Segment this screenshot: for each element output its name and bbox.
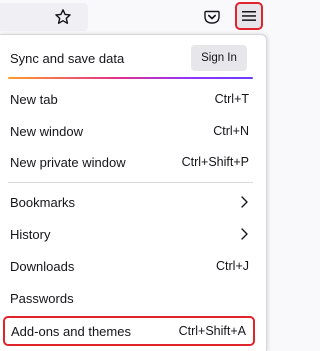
menu-item-passwords[interactable]: Passwords: [4, 283, 256, 313]
sync-label: Sync and save data: [10, 50, 125, 66]
chevron-right-icon: [239, 227, 249, 241]
star-icon[interactable]: [52, 6, 74, 28]
menu-item-addons-and-themes[interactable]: Add-ons and themes Ctrl+Shift+A: [3, 316, 255, 346]
menu-item-shortcut: Ctrl+Shift+A: [178, 324, 246, 338]
menu-item-bookmarks[interactable]: Bookmarks: [4, 187, 256, 217]
menu-item-history[interactable]: History: [4, 219, 256, 249]
menu-item-shortcut: Ctrl+N: [213, 124, 249, 138]
menu-separator: [8, 182, 253, 183]
toolbar: [0, 0, 272, 33]
menu-item-label: New window: [10, 123, 83, 139]
menu-item-label: New tab: [10, 91, 58, 107]
pocket-icon[interactable]: [201, 6, 223, 28]
menu-item-label: History: [10, 226, 51, 242]
menu-item-label: Bookmarks: [10, 194, 76, 210]
app-menu-panel: Sync and save data Sign In New tab Ctrl+…: [0, 34, 267, 351]
menu-item-new-window[interactable]: New window Ctrl+N: [4, 116, 256, 146]
menu-item-label: Passwords: [10, 290, 74, 306]
menu-item-new-tab[interactable]: New tab Ctrl+T: [4, 84, 256, 114]
menu-item-label: New private window: [10, 154, 126, 170]
menu-item-downloads[interactable]: Downloads Ctrl+J: [4, 251, 256, 281]
chevron-right-icon: [239, 195, 249, 209]
hamburger-menu-icon[interactable]: [235, 2, 263, 30]
menu-item-new-private-window[interactable]: New private window Ctrl+Shift+P: [4, 147, 256, 177]
address-bar[interactable]: [0, 3, 88, 31]
menu-item-shortcut: Ctrl+Shift+P: [181, 155, 249, 169]
sync-divider: [8, 77, 253, 79]
sign-in-button[interactable]: Sign In: [191, 45, 247, 71]
menu-item-shortcut: Ctrl+J: [216, 259, 249, 273]
menu-item-shortcut: Ctrl+T: [214, 92, 249, 106]
menu-item-label: Downloads: [10, 258, 75, 274]
menu-item-label: Add-ons and themes: [11, 323, 131, 339]
